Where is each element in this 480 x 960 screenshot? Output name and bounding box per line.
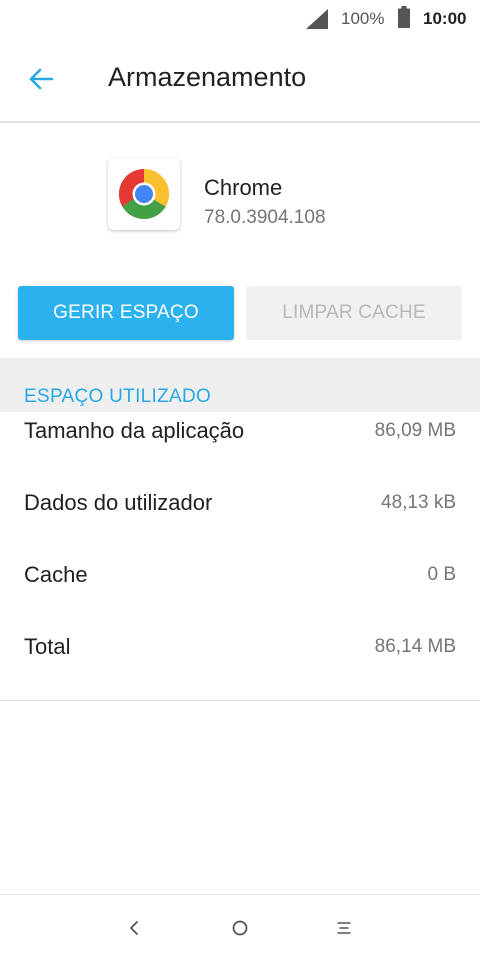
arrow-left-icon xyxy=(29,68,54,90)
storage-row-user-data: Dados do utilizador 48,13 kB xyxy=(0,490,480,562)
row-value: 0 B xyxy=(427,564,456,585)
row-value: 86,09 MB xyxy=(374,420,456,441)
chrome-logo-icon xyxy=(119,169,169,219)
storage-row-cache: Cache 0 B xyxy=(0,562,480,634)
row-label: Dados do utilizador xyxy=(24,490,213,515)
row-label: Tamanho da aplicação xyxy=(24,418,245,443)
battery-icon xyxy=(398,6,410,28)
nav-recents-button[interactable] xyxy=(324,911,364,945)
row-value: 48,13 kB xyxy=(381,492,456,513)
nav-recents-icon xyxy=(337,922,351,934)
app-icon xyxy=(108,158,180,230)
storage-row-total: Total 86,14 MB xyxy=(0,634,480,706)
back-button[interactable] xyxy=(20,58,62,100)
section-header: ESPAÇO UTILIZADO xyxy=(24,386,212,407)
divider xyxy=(0,121,480,123)
nav-home-icon xyxy=(232,920,248,936)
storage-row-app-size: Tamanho da aplicação 86,09 MB xyxy=(0,418,480,490)
clear-cache-button: LIMPAR CACHE xyxy=(246,286,462,340)
divider xyxy=(0,700,480,701)
signal-icon xyxy=(306,9,328,29)
app-bar: Armazenamento xyxy=(0,36,480,121)
clock: 10:00 xyxy=(423,9,467,28)
app-version: 78.0.3904.108 xyxy=(204,207,326,228)
nav-home-button[interactable] xyxy=(220,911,260,945)
nav-back-button[interactable] xyxy=(114,911,154,945)
row-label: Cache xyxy=(24,562,88,587)
row-label: Total xyxy=(24,634,71,659)
row-value: 86,14 MB xyxy=(374,636,456,657)
page-title: Armazenamento xyxy=(108,62,307,92)
app-name: Chrome xyxy=(204,175,283,200)
battery-percent: 100% xyxy=(341,9,385,28)
status-bar: 100% 10:00 xyxy=(0,0,480,36)
app-header: Chrome 78.0.3904.108 xyxy=(0,155,480,235)
manage-space-button[interactable]: GERIR ESPAÇO xyxy=(18,286,234,340)
navigation-bar xyxy=(0,894,480,960)
nav-back-icon xyxy=(130,921,138,935)
